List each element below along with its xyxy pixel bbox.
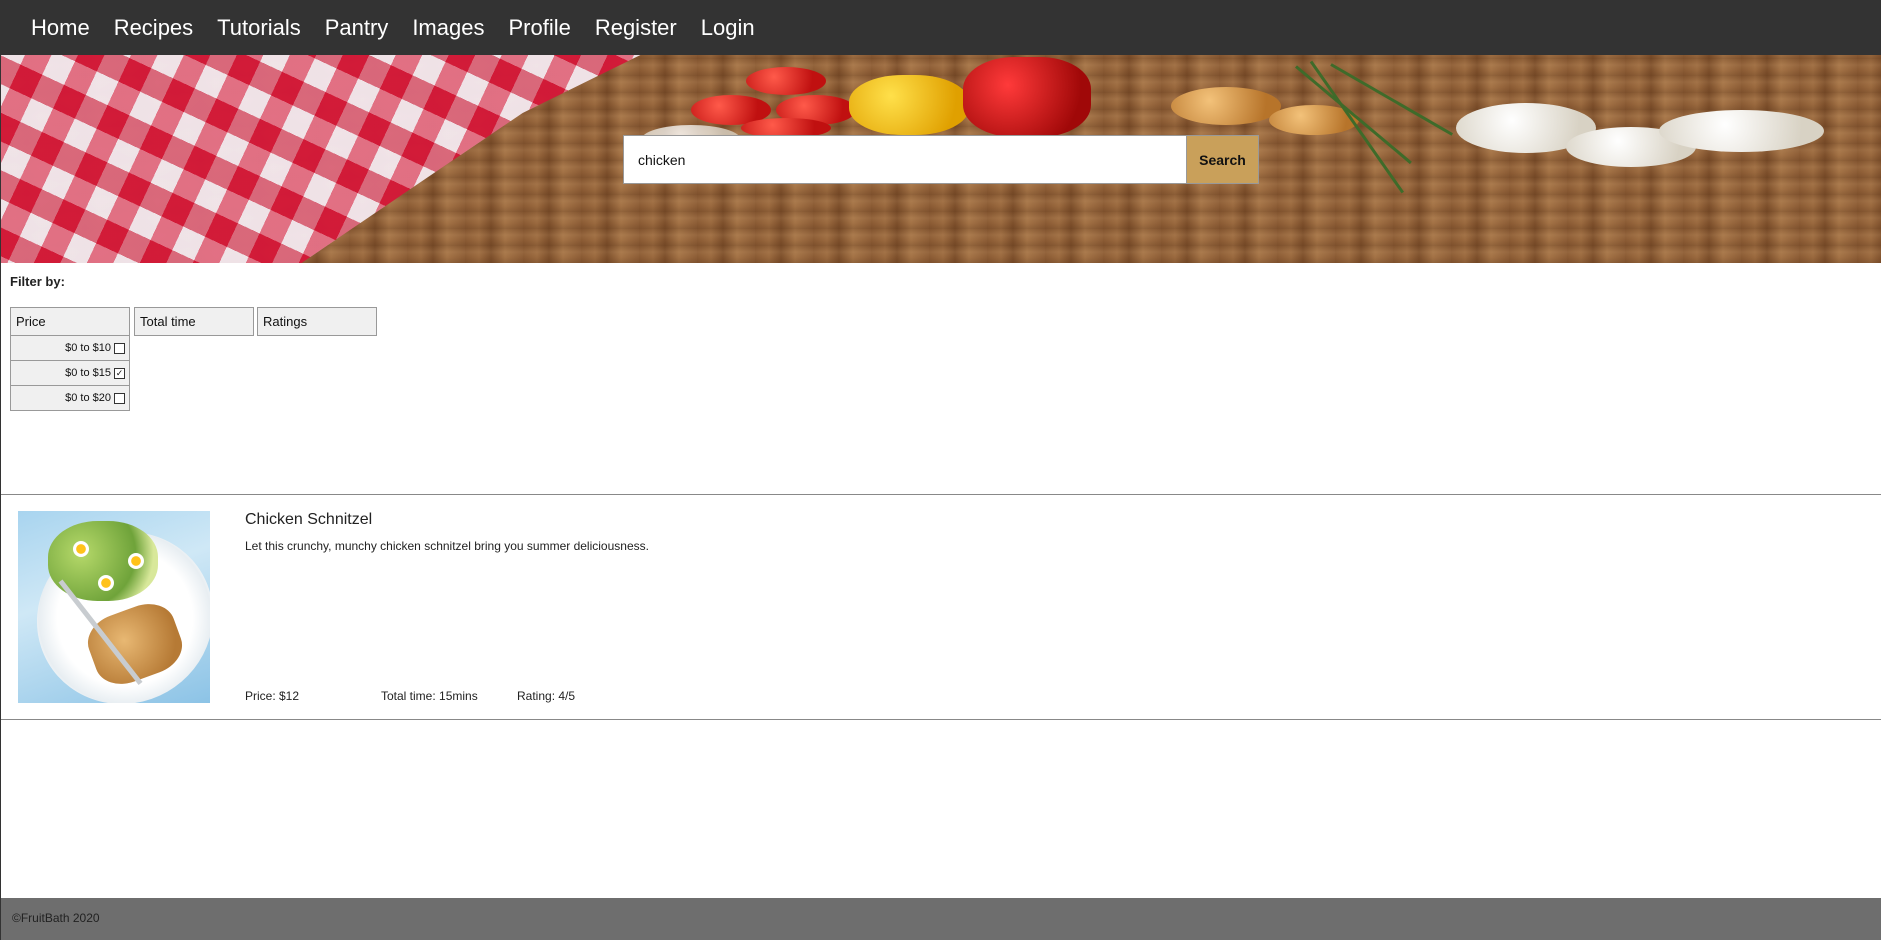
filter-group-total-time: Total time (134, 307, 254, 336)
recipe-description: Let this crunchy, munchy chicken schnitz… (245, 539, 649, 553)
filter-option: $0 to $20 (10, 386, 130, 411)
nav-home[interactable]: Home (19, 0, 102, 55)
recipe-price: Price: $12 (245, 689, 300, 703)
filter-group-price: Price $0 to $10 $0 to $15 ✓ $0 to $20 (10, 307, 130, 411)
nav-pantry[interactable]: Pantry (313, 0, 401, 55)
nav-images[interactable]: Images (400, 0, 496, 55)
filter-header-total-time[interactable]: Total time (134, 307, 254, 336)
egg-image (73, 541, 89, 557)
nav-profile[interactable]: Profile (496, 0, 582, 55)
filter-header-price[interactable]: Price (10, 307, 130, 336)
nav-login[interactable]: Login (689, 0, 767, 55)
filter-option: $0 to $10 (10, 336, 130, 361)
onion-image (1171, 87, 1281, 125)
mushroom-image (1659, 110, 1824, 152)
egg-image (98, 575, 114, 591)
filter-group-ratings: Ratings (257, 307, 377, 336)
tomato-image (746, 67, 826, 95)
divider (1, 719, 1881, 720)
checkbox-price-20[interactable] (114, 392, 125, 404)
recipe-thumbnail[interactable] (18, 511, 210, 703)
search-input[interactable] (623, 135, 1187, 184)
nav-tutorials[interactable]: Tutorials (205, 0, 313, 55)
filter-header-ratings[interactable]: Ratings (257, 307, 377, 336)
recipe-title[interactable]: Chicken Schnitzel (245, 511, 372, 529)
filter-label: Filter by: (10, 274, 65, 289)
red-pepper-image (963, 57, 1091, 137)
filter-option-label: $0 to $10 (65, 342, 111, 354)
nav-register[interactable]: Register (583, 0, 689, 55)
recipe-total-time: Total time: 15mins (381, 689, 478, 703)
nav-recipes[interactable]: Recipes (102, 0, 205, 55)
filter-option-label: $0 to $20 (65, 392, 111, 404)
yellow-pepper-image (849, 75, 969, 135)
checkbox-price-10[interactable] (114, 342, 125, 354)
copyright-text: ©FruitBath 2020 (12, 911, 100, 925)
recipe-rating: Rating: 4/5 (517, 689, 576, 703)
footer: ©FruitBath 2020 (1, 898, 1881, 940)
checkbox-price-15[interactable]: ✓ (114, 367, 125, 379)
filter-option-label: $0 to $15 (65, 367, 111, 379)
search-bar: Search (623, 135, 1259, 184)
egg-image (128, 553, 144, 569)
search-button[interactable]: Search (1187, 135, 1259, 184)
top-nav: Home Recipes Tutorials Pantry Images Pro… (1, 0, 1881, 55)
divider (1, 494, 1881, 495)
filter-option: $0 to $15 ✓ (10, 361, 130, 386)
